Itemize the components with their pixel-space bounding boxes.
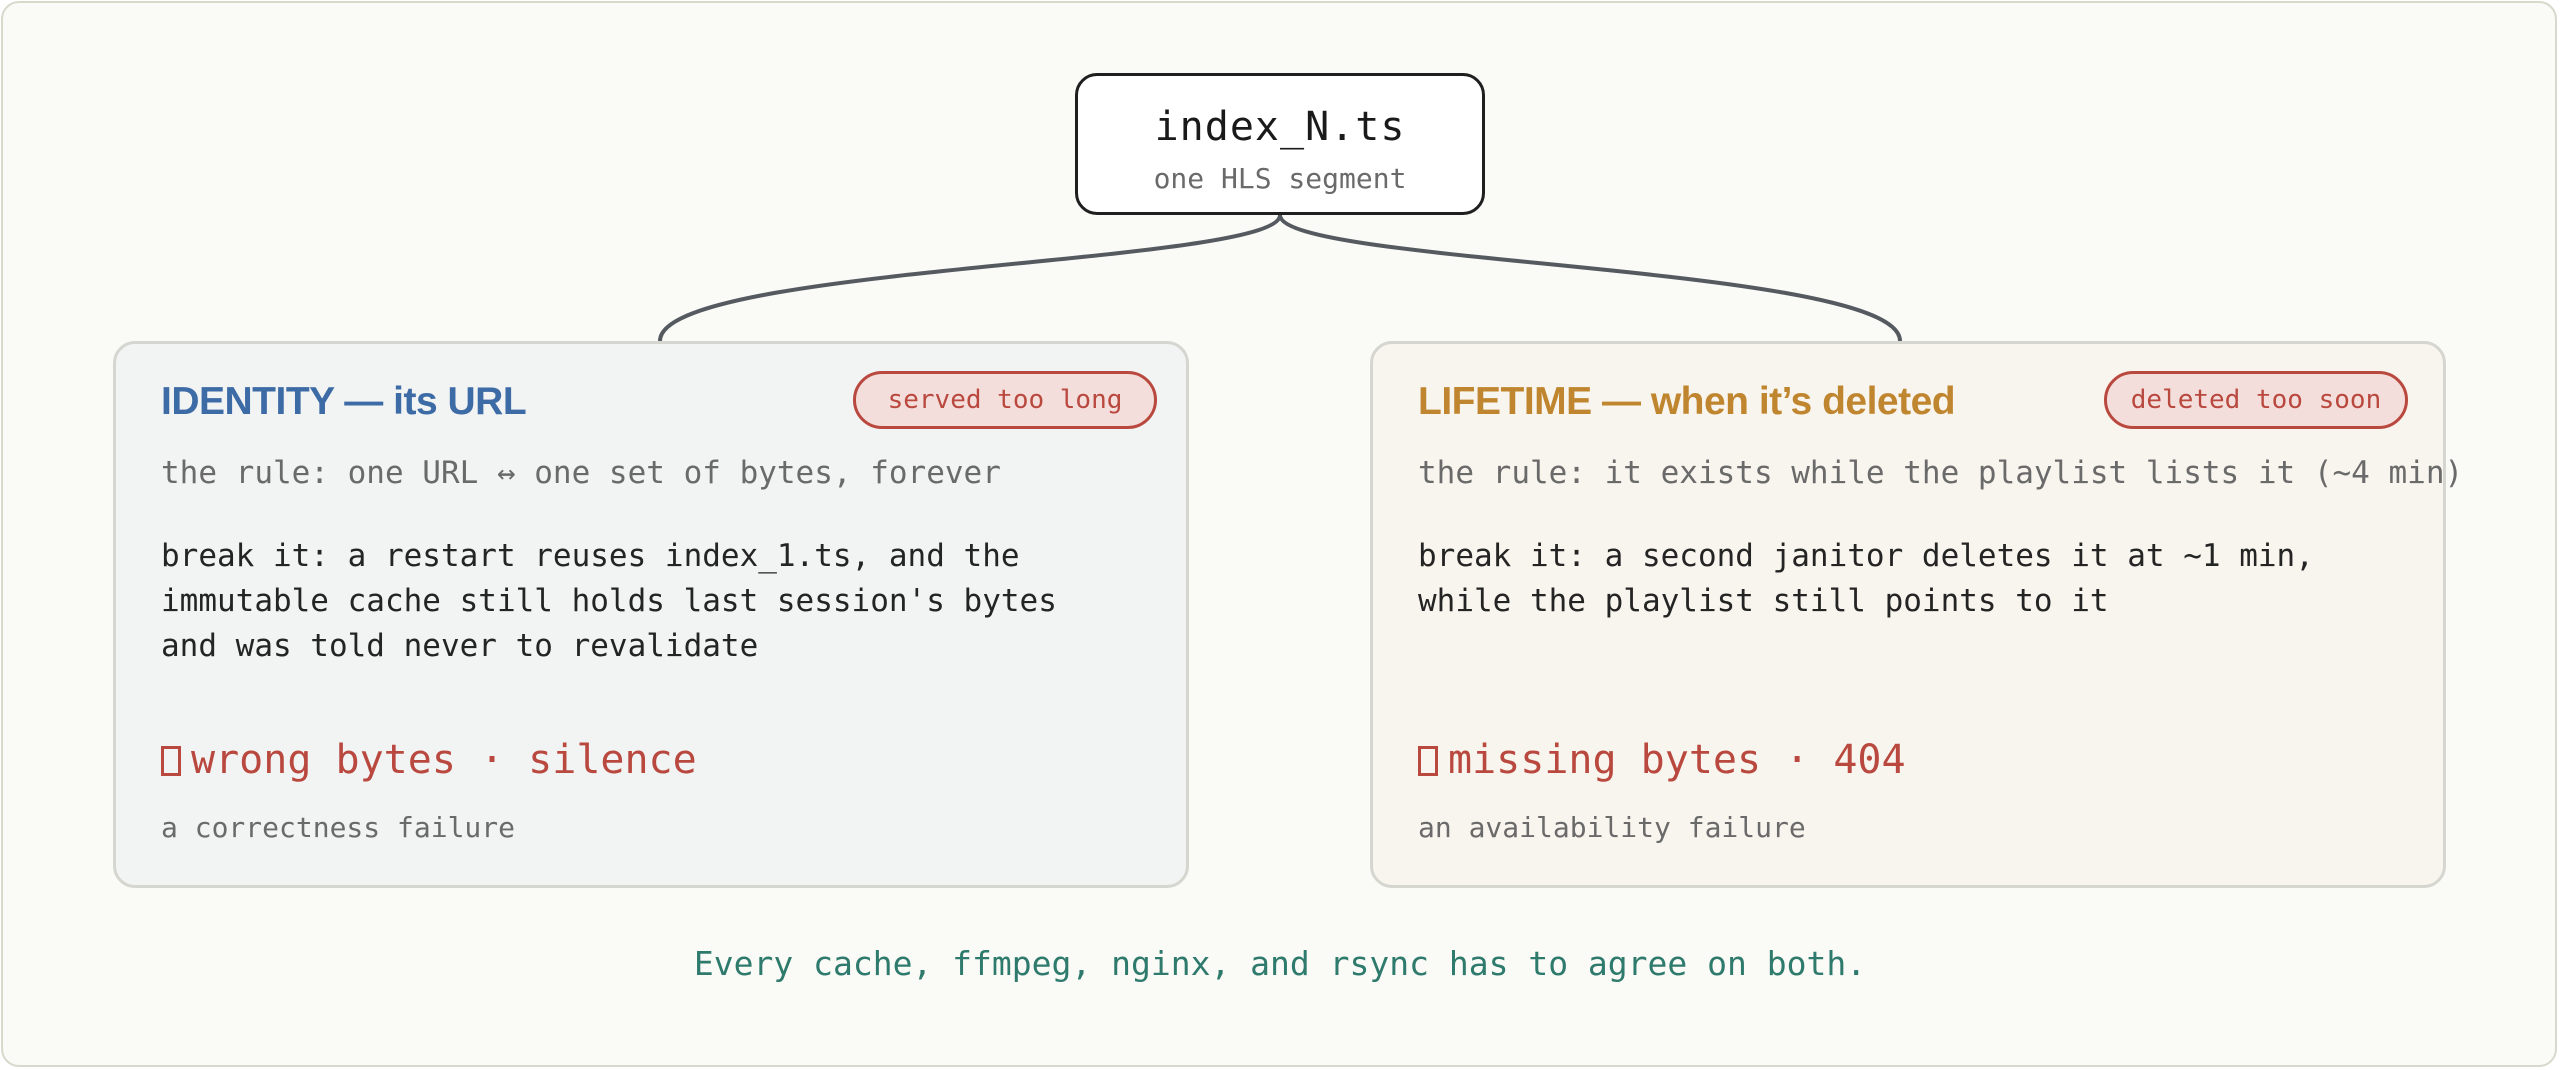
break-text: break it: a second janitor deletes it at… (1418, 534, 2314, 624)
outcome-line: missing bytes · 404 (1418, 737, 1906, 783)
connector-to-identity (658, 214, 1282, 342)
identity-card: IDENTITY — its URL served too long the r… (113, 341, 1189, 888)
connector-to-lifetime (1278, 214, 1902, 342)
box-glyph-icon (1418, 746, 1438, 776)
rule-text: the rule: one URL ↔ one set of bytes, fo… (161, 455, 1001, 491)
card-title: IDENTITY — its URL (161, 380, 527, 423)
outcome-text: wrong bytes · silence (191, 737, 697, 783)
status-badge: served too long (853, 371, 1157, 429)
failure-kind: a correctness failure (161, 811, 516, 844)
root-subtitle: one HLS segment (1153, 162, 1407, 195)
footer-caption: Every cache, ffmpeg, nginx, and rsync ha… (693, 944, 1867, 983)
outcome-line: wrong bytes · silence (161, 737, 697, 783)
box-glyph-icon (161, 746, 181, 776)
lifetime-card: LIFETIME — when it’s deleted deleted too… (1370, 341, 2463, 888)
break-line: break it: a second janitor deletes it at… (1418, 538, 2314, 574)
rule-text: the rule: it exists while the playlist l… (1418, 455, 2464, 491)
outcome-text: missing bytes · 404 (1448, 737, 1906, 783)
failure-kind: an availability failure (1418, 811, 1806, 844)
card-title: LIFETIME — when it’s deleted (1418, 380, 1956, 423)
break-line: immutable cache still holds last session… (161, 583, 1057, 619)
root-title: index_N.ts (1154, 104, 1406, 150)
break-line: and was told never to revalidate (161, 628, 759, 664)
break-text: break it: a restart reuses index_1.ts, a… (161, 534, 1057, 669)
break-line: while the playlist still points to it (1418, 583, 2109, 619)
break-line: break it: a restart reuses index_1.ts, a… (161, 538, 1020, 574)
status-badge: deleted too soon (2104, 371, 2408, 429)
root-node-segment: index_N.ts one HLS segment (1075, 73, 1485, 215)
